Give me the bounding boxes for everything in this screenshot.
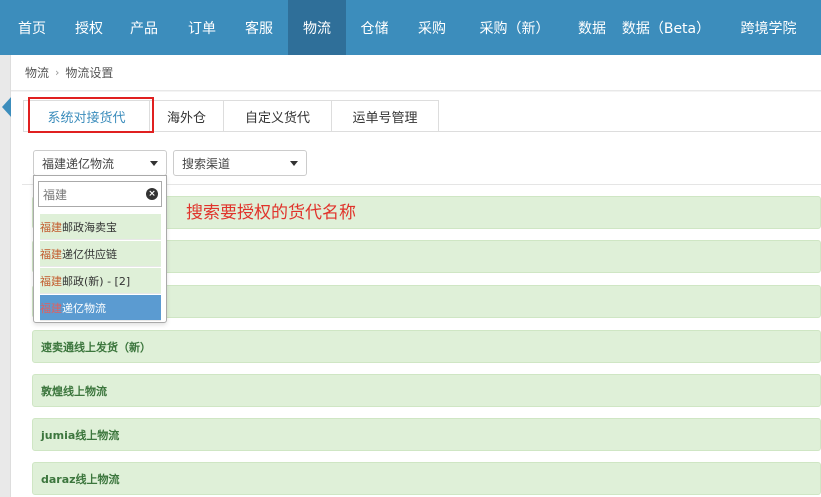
dropdown-option[interactable]: 福建 递亿供应链	[40, 241, 161, 267]
tab-overseas-warehouse[interactable]: 海外仓	[149, 100, 224, 132]
tab-highlight-annotation	[28, 97, 154, 133]
nav-item-products[interactable]: 产品	[114, 0, 174, 55]
carrier-select-value: 福建递亿物流	[42, 156, 115, 171]
list-item-label: jumia线上物流	[41, 428, 120, 442]
option-match-text: 福建	[40, 247, 62, 261]
channel-select-value: 搜索渠道	[182, 156, 231, 171]
list-item[interactable]: 速卖通线上发货（新）	[32, 330, 821, 363]
nav-item-purchase[interactable]: 采购	[403, 0, 461, 55]
clear-icon[interactable]: ×	[146, 188, 158, 200]
option-rest-text: 邮政海卖宝	[62, 220, 117, 234]
dropdown-search-value: 福建	[43, 187, 68, 202]
dropdown-option-selected[interactable]: 福建 递亿物流	[40, 295, 161, 321]
carrier-dropdown: 福建 × 福建 邮政海卖宝 福建 递亿供应链 福建 邮政(新) - [2] 福建 递亿物…	[33, 175, 167, 323]
breadcrumb: 物流 › 物流设置	[11, 55, 821, 91]
option-match-text: 福建	[40, 274, 62, 288]
option-rest-text: 邮政(新) - [2]	[62, 274, 131, 288]
nav-item-auth[interactable]: 授权	[64, 0, 114, 55]
dropdown-search-input[interactable]: 福建 ×	[38, 181, 162, 207]
nav-item-home[interactable]: 首页	[0, 0, 64, 55]
nav-item-service[interactable]: 客服	[230, 0, 288, 55]
tab-custom-forwarder[interactable]: 自定义货代	[223, 100, 332, 132]
list-item-label: 速卖通线上发货（新）	[41, 340, 151, 354]
top-nav: 首页 授权 产品 订单 客服 物流 仓储 采购 采购（新） 数据 数据（Beta…	[0, 0, 821, 55]
nav-item-orders[interactable]: 订单	[174, 0, 230, 55]
carrier-select[interactable]: 福建递亿物流	[33, 150, 167, 176]
nav-item-purchase-new[interactable]: 采购（新）	[461, 0, 568, 55]
nav-item-academy[interactable]: 跨境学院	[716, 0, 821, 55]
option-match-text: 福建	[40, 220, 62, 234]
option-rest-text: 递亿物流	[62, 301, 106, 315]
option-rest-text: 递亿供应链	[62, 247, 117, 261]
annotation-text: 搜索要授权的货代名称	[186, 203, 356, 223]
list-item[interactable]: jumia线上物流	[32, 418, 821, 451]
dropdown-option[interactable]: 福建 邮政海卖宝	[40, 214, 161, 240]
caret-down-icon	[290, 161, 298, 166]
nav-item-warehouse[interactable]: 仓储	[346, 0, 403, 55]
sidebar-strip	[0, 55, 11, 497]
caret-down-icon	[150, 161, 158, 166]
nav-item-data[interactable]: 数据	[568, 0, 616, 55]
option-match-text: 福建	[40, 301, 62, 315]
channel-select[interactable]: 搜索渠道	[173, 150, 307, 176]
chevron-right-icon: ›	[55, 66, 60, 79]
breadcrumb-root[interactable]: 物流	[25, 64, 49, 81]
dropdown-option[interactable]: 福建 邮政(新) - [2]	[40, 268, 161, 294]
list-item[interactable]: daraz线上物流	[32, 462, 821, 495]
list-item[interactable]: 敦煌线上物流	[32, 374, 821, 407]
list-item-label: daraz线上物流	[41, 472, 120, 486]
list-item-label: 敦煌线上物流	[41, 384, 107, 398]
nav-item-logistics[interactable]: 物流	[288, 0, 346, 55]
nav-item-data-beta[interactable]: 数据（Beta）	[616, 0, 716, 55]
breadcrumb-current: 物流设置	[65, 66, 114, 80]
tab-tracking-number[interactable]: 运单号管理	[331, 100, 439, 132]
